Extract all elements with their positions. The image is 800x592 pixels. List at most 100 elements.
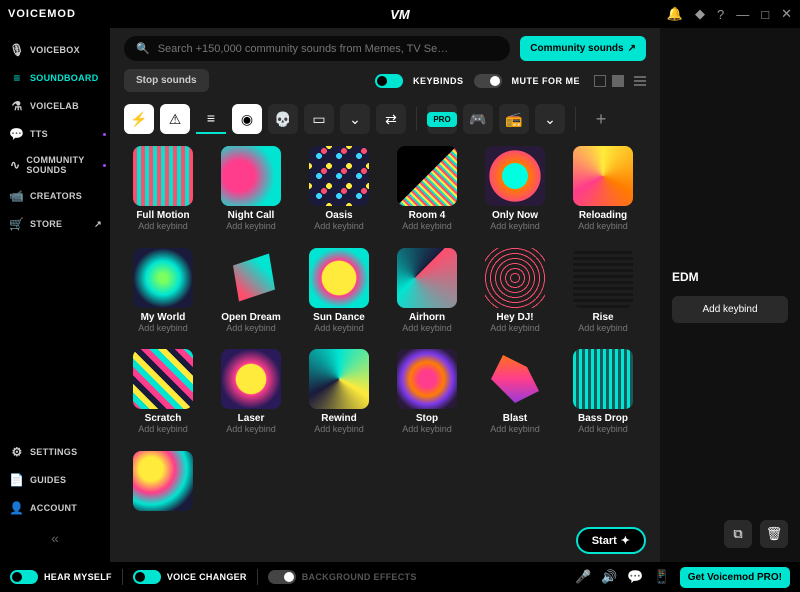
- sidebar-item-soundboard[interactable]: ≡SOUNDBOARD: [0, 64, 110, 92]
- category-games-icon[interactable]: 🎮: [463, 104, 493, 134]
- sound-sub[interactable]: Add keybind: [490, 221, 540, 231]
- category-warning-icon[interactable]: ⚠: [160, 104, 190, 134]
- sound-item[interactable]: Rise Add keybind: [564, 248, 642, 338]
- sound-item[interactable]: Full Motion Add keybind: [124, 146, 202, 236]
- sound-thumbnail: [133, 248, 193, 308]
- maximize-icon[interactable]: □: [761, 7, 769, 22]
- sound-sub[interactable]: Add keybind: [578, 424, 628, 434]
- sound-sub[interactable]: Add keybind: [490, 424, 540, 434]
- sound-sub[interactable]: Add keybind: [314, 221, 364, 231]
- sound-item[interactable]: Airhorn Add keybind: [388, 248, 466, 338]
- sound-sub[interactable]: Add keybind: [226, 323, 276, 333]
- stop-sounds-button[interactable]: Stop sounds: [124, 69, 209, 92]
- sidebar-item-account[interactable]: 👤ACCOUNT: [0, 494, 110, 522]
- copy-icon[interactable]: ⧉: [724, 520, 752, 548]
- sidebar-item-community[interactable]: ∿COMMUNITY SOUNDS: [0, 148, 110, 182]
- sound-item[interactable]: Reloading Add keybind: [564, 146, 642, 236]
- sound-item[interactable]: Oasis Add keybind: [300, 146, 378, 236]
- sound-item[interactable]: Rewind Add keybind: [300, 349, 378, 439]
- mute-label: MUTE FOR ME: [512, 76, 581, 86]
- add-keybind-button[interactable]: Add keybind: [672, 296, 788, 323]
- sidebar-item-tts[interactable]: 💬TTS: [0, 120, 110, 148]
- sound-thumbnail: [309, 146, 369, 206]
- pro-category-button[interactable]: PRO: [427, 104, 457, 134]
- sound-thumbnail: [485, 146, 545, 206]
- category-more-button[interactable]: ⌄: [340, 104, 370, 134]
- notification-dot-icon: [103, 133, 106, 136]
- phone-icon[interactable]: 📱: [654, 569, 670, 585]
- sound-sub[interactable]: Add keybind: [578, 323, 628, 333]
- sound-item[interactable]: Open Dream Add keybind: [212, 248, 290, 338]
- sidebar-item-creators[interactable]: 📹CREATORS: [0, 182, 110, 210]
- trash-icon[interactable]: 🗑: [760, 520, 788, 548]
- sound-item[interactable]: Stop Add keybind: [388, 349, 466, 439]
- sound-item[interactable]: Scratch Add keybind: [124, 349, 202, 439]
- sound-thumbnail: [397, 248, 457, 308]
- sound-item[interactable]: Laser Add keybind: [212, 349, 290, 439]
- sound-sub[interactable]: Add keybind: [314, 424, 364, 434]
- sound-sub[interactable]: Add keybind: [138, 221, 188, 231]
- sidebar-item-voicelab[interactable]: ⚗VOICELAB: [0, 92, 110, 120]
- category-shuffle-icon[interactable]: ⇄: [376, 104, 406, 134]
- sound-item[interactable]: Blast Add keybind: [476, 349, 554, 439]
- chat-icon[interactable]: 💬: [627, 569, 643, 585]
- sound-item[interactable]: Hey DJ! Add keybind: [476, 248, 554, 338]
- cart-icon: 🛒: [10, 217, 24, 231]
- view-list-icon[interactable]: [634, 76, 646, 86]
- sound-item[interactable]: [124, 451, 202, 520]
- bg-effects-toggle[interactable]: [268, 570, 296, 584]
- sound-item[interactable]: Bass Drop Add keybind: [564, 349, 642, 439]
- sound-name: Rise: [592, 312, 613, 323]
- search-input[interactable]: [158, 43, 499, 55]
- sound-thumbnail: [397, 146, 457, 206]
- category-vm-icon[interactable]: ⚡: [124, 104, 154, 134]
- sound-sub[interactable]: Add keybind: [402, 221, 452, 231]
- sound-sub[interactable]: Add keybind: [138, 424, 188, 434]
- start-button[interactable]: Start✦: [576, 527, 646, 554]
- sound-sub[interactable]: Add keybind: [402, 323, 452, 333]
- sound-item[interactable]: Only Now Add keybind: [476, 146, 554, 236]
- sound-sub[interactable]: Add keybind: [226, 424, 276, 434]
- help-icon[interactable]: ?: [717, 7, 724, 22]
- category-radio-icon[interactable]: 📻: [499, 104, 529, 134]
- sound-sub[interactable]: Add keybind: [578, 221, 628, 231]
- sound-name: Airhorn: [409, 312, 445, 323]
- sidebar-item-voicebox[interactable]: 🎙VOICEBOX: [0, 36, 110, 64]
- close-icon[interactable]: ✕: [781, 6, 792, 22]
- sound-sub[interactable]: Add keybind: [226, 221, 276, 231]
- search-bar[interactable]: 🔍: [124, 36, 510, 61]
- search-icon: 🔍: [136, 42, 150, 55]
- add-category-button[interactable]: +: [586, 104, 616, 134]
- sound-item[interactable]: Room 4 Add keybind: [388, 146, 466, 236]
- view-grid-small-icon[interactable]: [612, 75, 624, 87]
- bell-icon[interactable]: 🔔: [667, 6, 683, 22]
- category-disc-icon[interactable]: ◉: [232, 104, 262, 134]
- sound-item[interactable]: Sun Dance Add keybind: [300, 248, 378, 338]
- sound-item[interactable]: Night Call Add keybind: [212, 146, 290, 236]
- volume-icon[interactable]: 🔊: [601, 569, 617, 585]
- sidebar-item-guides[interactable]: 📄GUIDES: [0, 466, 110, 494]
- category-more-2-button[interactable]: ⌄: [535, 104, 565, 134]
- minimize-icon[interactable]: —: [736, 7, 749, 22]
- voice-changer-toggle[interactable]: [133, 570, 161, 584]
- category-cassette-icon[interactable]: ▭: [304, 104, 334, 134]
- hear-myself-toggle[interactable]: [10, 570, 38, 584]
- sound-sub[interactable]: Add keybind: [314, 323, 364, 333]
- sound-sub[interactable]: Add keybind: [402, 424, 452, 434]
- sidebar-item-store[interactable]: 🛒STORE↗: [0, 210, 110, 238]
- sound-sub[interactable]: Add keybind: [138, 323, 188, 333]
- sound-name: Room 4: [409, 210, 446, 221]
- category-edm-icon[interactable]: ≡: [196, 104, 226, 134]
- sound-sub[interactable]: Add keybind: [490, 323, 540, 333]
- community-sounds-button[interactable]: Community sounds↗: [520, 36, 646, 61]
- view-grid-large-icon[interactable]: [594, 75, 606, 87]
- sound-item[interactable]: My World Add keybind: [124, 248, 202, 338]
- mute-toggle[interactable]: [474, 74, 502, 88]
- keybinds-toggle[interactable]: [375, 74, 403, 88]
- discord-icon[interactable]: ◆: [695, 6, 705, 22]
- get-pro-button[interactable]: Get Voicemod PRO!: [680, 567, 790, 588]
- sidebar-item-settings[interactable]: ⚙SETTINGS: [0, 438, 110, 466]
- mic-icon[interactable]: 🎤: [575, 569, 591, 585]
- category-skull-icon[interactable]: 💀: [268, 104, 298, 134]
- collapse-sidebar-button[interactable]: «: [0, 522, 110, 554]
